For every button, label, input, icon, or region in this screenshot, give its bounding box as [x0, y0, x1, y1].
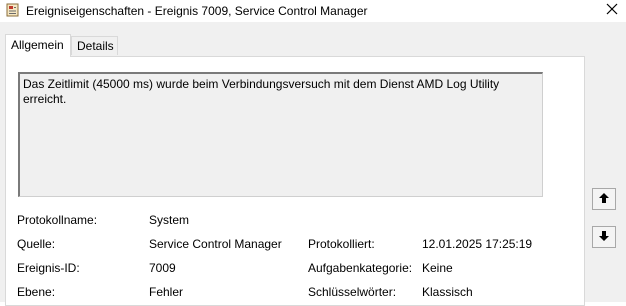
- value-protokollname: System: [149, 213, 190, 227]
- close-button[interactable]: [598, 0, 626, 20]
- value-ebene: Fehler: [149, 285, 184, 299]
- label-ebene: Ebene:: [17, 285, 56, 299]
- window-title: Ereigniseigenschaften - Ereignis 7009, S…: [26, 4, 368, 18]
- tab-allgemein[interactable]: Allgemein: [5, 34, 71, 57]
- label-protokolliert: Protokolliert:: [308, 237, 375, 251]
- value-ereignis-id: 7009: [149, 261, 176, 275]
- value-protokolliert: 12.01.2025 17:25:19: [422, 237, 533, 251]
- event-properties-icon: [6, 3, 19, 17]
- title-bar: Ereigniseigenschaften - Ereignis 7009, S…: [0, 0, 626, 22]
- value-schluesselwoerter: Klassisch: [422, 285, 473, 299]
- tab-details[interactable]: Details: [71, 36, 118, 55]
- event-description[interactable]: Das Zeitlimit (45000 ms) wurde beim Verb…: [18, 72, 543, 197]
- label-aufgabenkategorie: Aufgabenkategorie:: [308, 261, 413, 275]
- close-icon: [606, 3, 618, 18]
- label-ereignis-id: Ereignis-ID:: [17, 261, 80, 275]
- label-protokollname: Protokollname:: [17, 213, 98, 227]
- value-quelle: Service Control Manager: [149, 237, 282, 251]
- label-schluesselwoerter: Schlüsselwörter:: [308, 285, 397, 299]
- arrow-down-icon: [598, 230, 610, 245]
- next-event-button[interactable]: [592, 226, 616, 248]
- previous-event-button[interactable]: [592, 188, 616, 210]
- value-aufgabenkategorie: Keine: [422, 261, 453, 275]
- label-quelle: Quelle:: [17, 237, 56, 251]
- arrow-up-icon: [598, 192, 610, 207]
